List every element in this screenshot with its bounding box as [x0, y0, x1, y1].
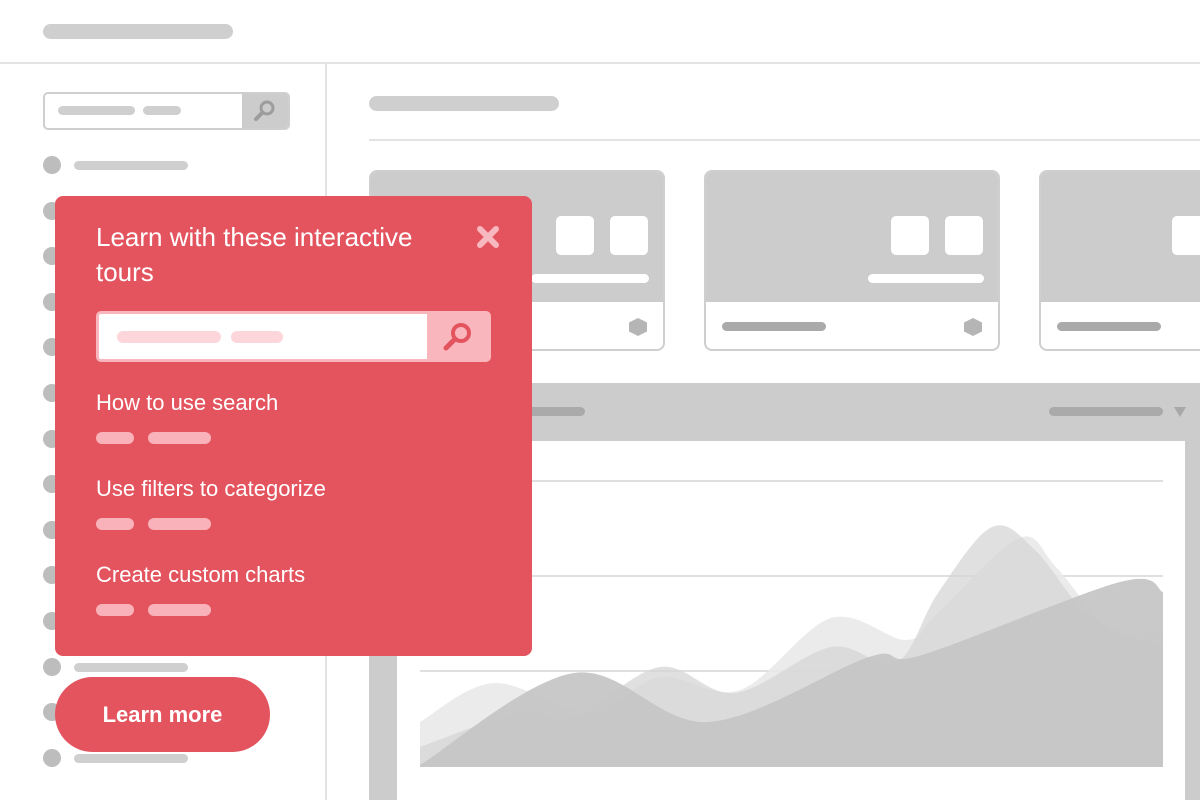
tour-search-button[interactable]: [427, 314, 488, 359]
learn-more-button[interactable]: Learn more: [55, 677, 270, 752]
tour-meta-placeholder: [148, 432, 211, 444]
tour-meta-placeholder: [96, 432, 134, 444]
search-placeholder: [117, 331, 221, 343]
tour-meta-placeholder: [96, 604, 134, 616]
tour-meta-placeholder: [148, 518, 211, 530]
tour-item-search[interactable]: How to use search: [96, 390, 278, 416]
tour-meta-placeholder: [148, 604, 211, 616]
search-icon: [443, 323, 471, 351]
tour-meta-placeholder: [96, 518, 134, 530]
tours-popup: Learn with these interactive tours How t…: [55, 196, 532, 656]
popup-title: Learn with these interactive tours: [96, 222, 413, 287]
tour-item-filters[interactable]: Use filters to categorize: [96, 476, 326, 502]
tour-search-input[interactable]: [96, 311, 491, 362]
search-placeholder: [231, 331, 283, 343]
close-icon[interactable]: [476, 225, 500, 249]
tour-item-charts[interactable]: Create custom charts: [96, 562, 305, 588]
